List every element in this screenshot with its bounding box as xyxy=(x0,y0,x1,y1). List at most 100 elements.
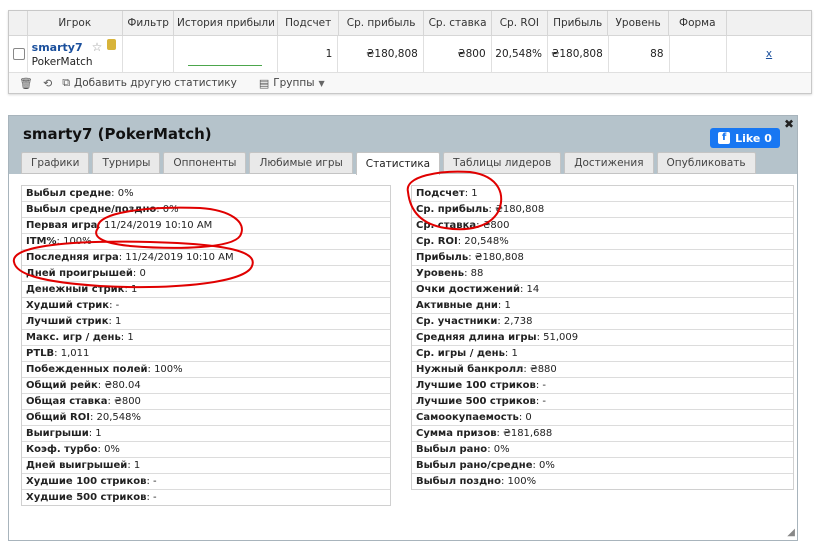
stat-value: 100% xyxy=(154,364,183,375)
trash-icon[interactable]: 🗑 xyxy=(19,77,33,90)
stat-value: 100% xyxy=(507,476,537,487)
level-cell: 88 xyxy=(609,36,670,72)
left-stat-row: Общая ставка: ₴800 xyxy=(22,394,390,410)
tab-charts[interactable]: Графики xyxy=(21,152,90,174)
stat-value: 0% xyxy=(539,460,555,471)
close-icon[interactable]: ✖ xyxy=(784,117,794,131)
tab-tournaments[interactable]: Турниры xyxy=(92,152,161,174)
stat-label: Выбыл средне/поздно xyxy=(26,204,157,215)
stat-label: Лучшие 500 стриков xyxy=(416,396,536,407)
tab-leaderboards[interactable]: Таблицы лидеров xyxy=(443,152,562,174)
stat-label: Коэф. турбо xyxy=(26,444,98,455)
star-icon[interactable]: ☆ xyxy=(92,40,103,54)
grid-footer: 🗑 ⟲ ⧉ Добавить другую статистику ▤ Групп… xyxy=(9,73,811,93)
stat-value: 1 xyxy=(115,316,122,327)
stat-label: Первая игра xyxy=(26,220,98,231)
stat-value: ₴80.04 xyxy=(104,380,141,391)
profit-cell: ₴180,808 xyxy=(548,36,609,72)
player-name-link[interactable]: smarty7 xyxy=(32,41,83,54)
stat-label: Выбыл поздно xyxy=(416,476,501,487)
stat-label: Выбыл рано/средне xyxy=(416,460,533,471)
tab-statistics[interactable]: Статистика xyxy=(355,152,441,175)
left-stat-row: Худшие 100 стриков: - xyxy=(22,474,390,490)
stat-label: Ср. ставка xyxy=(416,220,477,231)
col-header-avg-roi[interactable]: Ср. ROI xyxy=(492,11,548,35)
stat-value: ₴800 xyxy=(482,220,510,231)
filter-cell xyxy=(123,36,175,72)
stat-value: ₴180,808 xyxy=(474,252,524,263)
right-stat-row: Подсчет: 1 xyxy=(412,186,793,202)
tab-achievements[interactable]: Достижения xyxy=(564,152,654,174)
stat-label: Подсчет xyxy=(416,188,465,199)
left-stat-row: Дней выигрышей: 1 xyxy=(22,458,390,474)
groups-button[interactable]: Группы xyxy=(273,77,314,89)
facebook-icon: f xyxy=(718,132,731,144)
medal-icon xyxy=(106,39,116,50)
col-header-avg-profit[interactable]: Ср. прибыль xyxy=(339,11,425,35)
right-stat-row: Средняя длина игры: 51,009 xyxy=(412,330,793,346)
stat-value: 0% xyxy=(493,444,510,455)
right-stat-row: Уровень: 88 xyxy=(412,266,793,282)
col-header-form[interactable]: Форма xyxy=(669,11,727,35)
left-stat-row: Денежный стрик: 1 xyxy=(22,282,390,298)
col-header-profit-history[interactable]: История прибыли xyxy=(174,11,279,35)
count-cell: 1 xyxy=(278,36,339,72)
right-stat-row: Ср. игры / день: 1 xyxy=(412,346,793,362)
stat-value: - xyxy=(542,396,546,407)
stat-value: 1 xyxy=(511,348,518,359)
stat-label: Дней выигрышей xyxy=(26,460,128,471)
col-header-profit[interactable]: Прибыль xyxy=(548,11,609,35)
stat-value: 0 xyxy=(525,412,532,423)
col-header-actions xyxy=(727,11,811,35)
stat-value: 1 xyxy=(95,428,102,439)
stat-label: Выигрыши xyxy=(26,428,89,439)
table-row: smarty7 PokerMatch ☆ 1 ₴180,808 ₴800 20,… xyxy=(9,36,811,73)
col-header-player[interactable]: Игрок xyxy=(28,11,123,35)
stat-value: 1 xyxy=(133,460,141,471)
right-stat-row: Выбыл рано: 0% xyxy=(412,442,793,458)
right-stat-row: Ср. ROI: 20,548% xyxy=(412,234,793,250)
add-stat-icon: ⧉ xyxy=(62,76,71,89)
remove-row-link[interactable]: x xyxy=(727,36,811,72)
stat-label: Худший стрик xyxy=(26,300,110,311)
tab-publish[interactable]: Опубликовать xyxy=(656,152,756,174)
stat-value: 2,738 xyxy=(503,316,533,327)
left-stat-row: Макс. игр / день: 1 xyxy=(22,330,390,346)
stat-label: Уровень xyxy=(416,268,465,279)
tab-opponents[interactable]: Оппоненты xyxy=(163,152,247,174)
stat-label: Последняя игра xyxy=(26,252,119,263)
profit-history-cell xyxy=(174,36,278,72)
stats-grid: Игрок Фильтр История прибыли Подсчет Ср.… xyxy=(8,10,812,94)
row-select[interactable] xyxy=(9,36,28,72)
add-stat-button[interactable]: Добавить другую статистику xyxy=(74,77,237,89)
stat-value: 1 xyxy=(127,332,134,343)
stat-label: Самоокупаемость xyxy=(416,412,519,423)
stat-value: - xyxy=(153,492,157,503)
stat-label: Лучший стрик xyxy=(26,316,109,327)
facebook-like-button[interactable]: f Like 0 xyxy=(710,128,780,148)
left-stat-row: Последняя игра: 11/24/2019 10:10 AM xyxy=(22,250,390,266)
like-label: Like 0 xyxy=(735,131,772,145)
col-header-avg-stake[interactable]: Ср. ставка xyxy=(424,11,492,35)
avg-roi-cell: 20,548% xyxy=(492,36,549,72)
stat-label: Лучшие 100 стриков xyxy=(416,380,536,391)
row-checkbox[interactable] xyxy=(13,48,25,60)
stat-label: Активные дни xyxy=(416,300,498,311)
left-stat-row: Коэф. турбо: 0% xyxy=(22,442,390,458)
resize-handle-icon[interactable]: ◢ xyxy=(787,527,795,538)
chevron-down-icon[interactable]: ▼ xyxy=(319,79,325,88)
stat-value: 0% xyxy=(162,204,179,215)
refresh-icon[interactable]: ⟲ xyxy=(43,77,52,90)
right-stats-column: Подсчет: 1 Ср. прибыль: ₴180,808 Ср. ставк… xyxy=(411,185,794,490)
tab-favorite-games[interactable]: Любимые игры xyxy=(249,152,353,174)
left-stat-row: ITM%: 100% xyxy=(22,234,390,250)
stat-label: Очки достижений xyxy=(416,284,520,295)
avg-stake-cell: ₴800 xyxy=(424,36,492,72)
col-header-count[interactable]: Подсчет xyxy=(278,11,339,35)
stat-label: Ср. участники xyxy=(416,316,498,327)
col-header-level[interactable]: Уровень xyxy=(608,11,669,35)
left-stat-row: Общий рейк: ₴80.04 xyxy=(22,378,390,394)
stat-value: 100% xyxy=(63,236,92,247)
stat-value: 0% xyxy=(117,188,134,199)
col-header-filter[interactable]: Фильтр xyxy=(123,11,175,35)
